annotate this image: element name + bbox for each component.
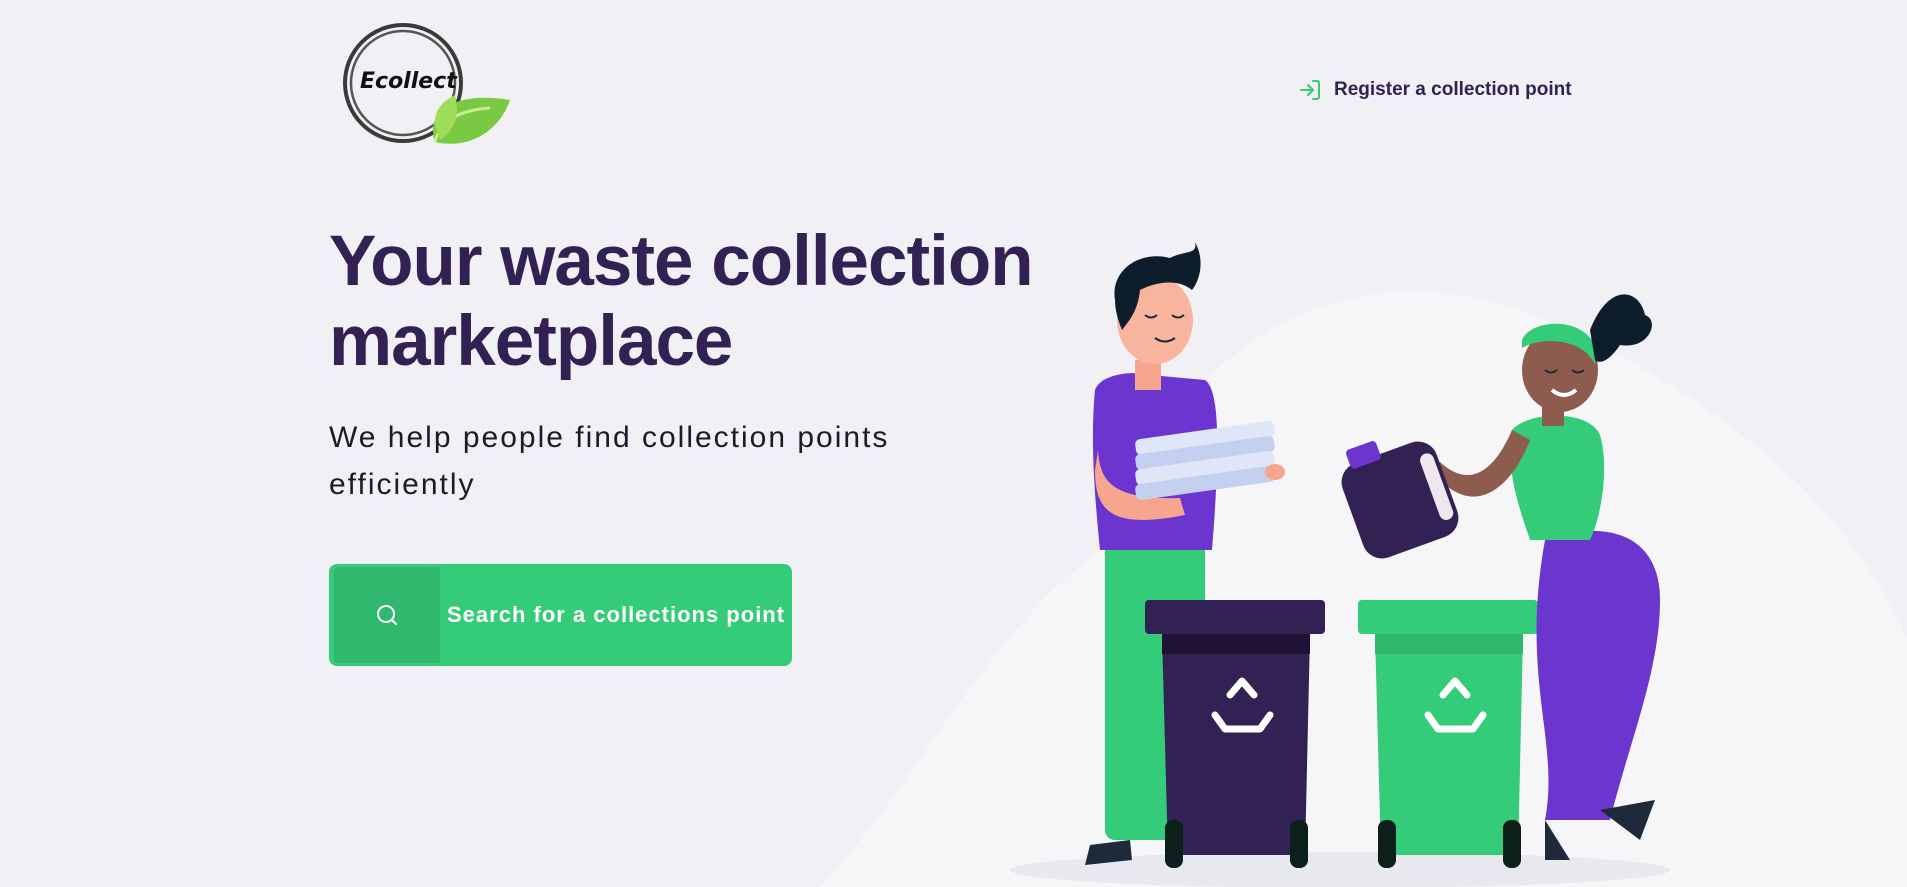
search-collection-point-button[interactable]: Search for a collections point: [329, 564, 792, 666]
dark-recycling-bin: [1145, 600, 1325, 868]
logo-image: Ecollect: [343, 23, 510, 144]
search-icon: [334, 567, 440, 663]
green-recycling-bin: [1358, 600, 1538, 868]
search-button-label: Search for a collections point: [447, 602, 786, 627]
log-in-icon: [1298, 78, 1322, 102]
ecollect-logo: Ecollect: [340, 20, 520, 150]
register-link-label: Register a collection point: [1334, 79, 1572, 100]
register-collection-point-link[interactable]: Register a collection point: [1298, 78, 1572, 102]
logo-text: Ecollect: [360, 69, 458, 94]
recycling-illustration: [800, 220, 1907, 887]
